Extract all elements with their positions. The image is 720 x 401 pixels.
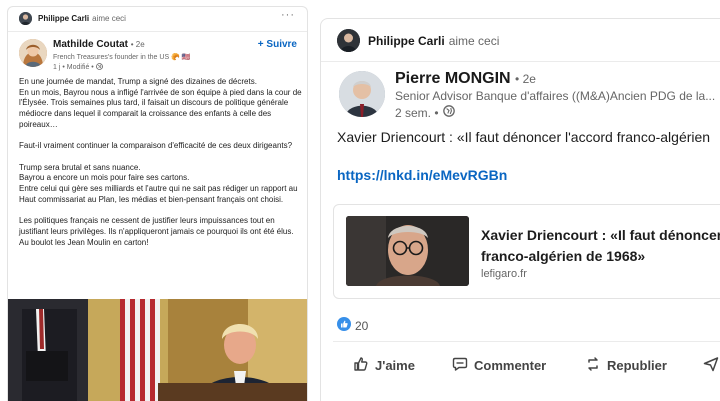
comment-label[interactable]: Commenter (474, 358, 546, 373)
repost-button[interactable]: Republier (585, 356, 667, 375)
article-thumbnail[interactable] (346, 216, 469, 286)
post-time: 1 j • (53, 64, 65, 71)
author-avatar[interactable] (339, 71, 385, 117)
article-card[interactable]: Xavier Driencourt : «Il faut dénoncer fr… (333, 204, 720, 299)
body-paragraph: En une journée de mandat, Trump a signé … (19, 77, 257, 86)
post-link[interactable]: https://lnkd.in/eMevRGBn (337, 167, 507, 183)
globe-icon (442, 105, 455, 120)
context-avatar[interactable] (19, 12, 32, 25)
repost-icon (585, 356, 601, 375)
reaction-count[interactable]: 20 (355, 319, 368, 333)
post-text: Xavier Driencourt : «Il faut dénoncer l'… (337, 129, 711, 145)
like-button[interactable]: J'aime (353, 356, 415, 375)
author-name[interactable]: Pierre MONGIN • 2e (395, 70, 536, 88)
edited-label: Modifié • (66, 64, 94, 71)
post-body: En une journée de mandat, Trump a signé … (19, 77, 304, 248)
article-source: lefigaro.fr (481, 268, 527, 280)
send-icon (703, 356, 719, 375)
divider (333, 341, 720, 342)
body-paragraph: Au boulot les Jean Moulin en carton! (19, 237, 149, 247)
article-title[interactable]: Xavier Driencourt : «Il faut dénoncer fr… (481, 225, 720, 267)
divider (321, 61, 720, 62)
body-paragraph: Les politiques français ne cessent de ju… (19, 216, 294, 236)
author-name[interactable]: Mathilde Coutat • 2e (53, 39, 145, 50)
like-reaction-icon (337, 317, 351, 334)
post-context: Philippe Carli aime ceci (19, 12, 126, 25)
globe-icon (95, 63, 103, 72)
body-paragraph: En un mois, Bayrou nous a infligé l'arri… (19, 87, 302, 129)
body-paragraph: Bayrou a encore un mois pour faire ses c… (19, 173, 190, 183)
post-photo[interactable] (8, 299, 307, 401)
connection-degree: • 2e (515, 72, 536, 86)
article-title-line-1[interactable]: Xavier Driencourt : «Il faut dénoncer (481, 225, 720, 246)
comment-button[interactable]: Commenter (452, 356, 546, 375)
post-time: 2 sem. • (395, 105, 439, 120)
post-meta: 1 j • Modifié • (53, 63, 103, 72)
thumbs-up-icon (353, 356, 369, 375)
connection-degree: • 2e (130, 40, 145, 49)
left-feed-post: Philippe Carli aime ceci ··· Mathilde Co… (7, 6, 308, 401)
author-name-text[interactable]: Mathilde Coutat (53, 39, 128, 50)
context-name[interactable]: Philippe Carli (38, 14, 89, 23)
author-name-text[interactable]: Pierre MONGIN (395, 70, 511, 87)
body-paragraph: Faut-il vraiment continuer la comparaiso… (19, 141, 293, 151)
article-title-line-2[interactable]: franco-algérien de 1968» (481, 246, 720, 267)
comment-icon (452, 356, 468, 375)
context-avatar[interactable] (337, 29, 360, 52)
repost-label[interactable]: Republier (607, 358, 667, 373)
body-paragraph: Entre celui qui gère ses milliards et l'… (19, 184, 298, 204)
reactions-summary[interactable]: 20 (337, 317, 368, 334)
author-headline: French Treasures's founder in the US 🥐 🇺… (53, 54, 191, 61)
context-action: aime ceci (92, 14, 126, 23)
right-feed-post: Philippe Carli aime ceci Pierre MONGIN •… (320, 18, 720, 401)
ellipsis-icon[interactable]: ··· (281, 9, 295, 21)
author-headline: Senior Advisor Banque d'affaires ((M&A)A… (395, 89, 716, 103)
post-meta: 2 sem. • (395, 105, 455, 120)
body-paragraph: Trump sera brutal et sans nuance. (19, 162, 141, 172)
like-label[interactable]: J'aime (375, 358, 415, 373)
follow-button[interactable]: + Suivre (258, 39, 297, 50)
divider (8, 31, 307, 32)
context-action: aime ceci (448, 33, 500, 48)
context-name[interactable]: Philippe Carli (368, 34, 445, 48)
author-avatar[interactable] (19, 39, 47, 67)
post-context: Philippe Carli aime ceci (337, 29, 499, 52)
send-button[interactable] (703, 356, 719, 375)
